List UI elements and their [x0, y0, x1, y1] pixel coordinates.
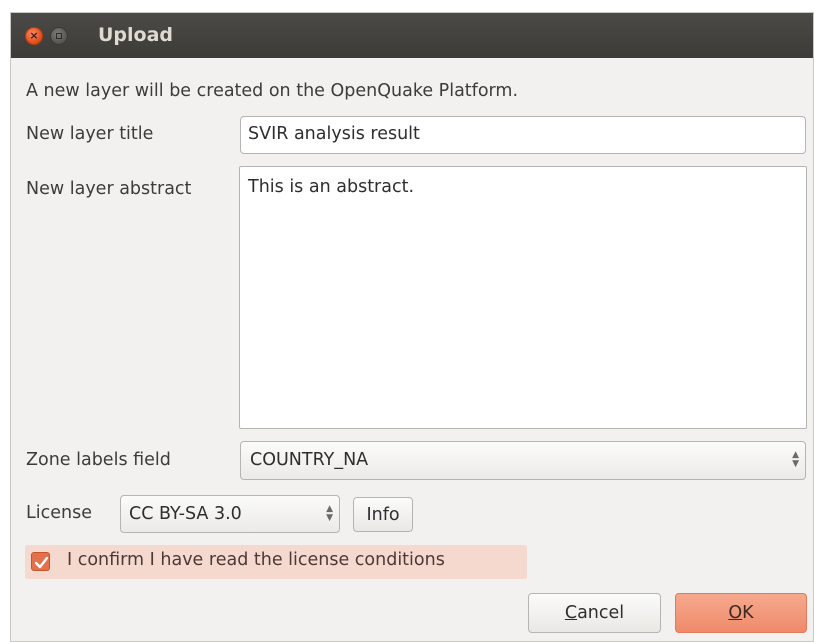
- spinner-arrows-icon: ▲ ▼: [326, 504, 333, 523]
- license-info-button[interactable]: Info: [353, 497, 413, 532]
- zone-labels-field-value: COUNTRY_NA: [250, 450, 369, 470]
- upload-dialog: × Upload A new layer will be created on …: [10, 12, 814, 642]
- new-layer-title-input[interactable]: SVIR analysis result: [240, 116, 806, 154]
- zone-labels-field-label: Zone labels field: [26, 450, 171, 470]
- maximize-icon[interactable]: [50, 27, 68, 45]
- confirm-license-label[interactable]: I confirm I have read the license condit…: [67, 550, 445, 570]
- cancel-button[interactable]: Cancel: [528, 593, 661, 633]
- ok-button[interactable]: OK: [675, 593, 807, 633]
- new-layer-abstract-label: New layer abstract: [26, 179, 192, 199]
- titlebar: × Upload: [11, 13, 813, 58]
- zone-labels-field-select[interactable]: COUNTRY_NA ▲ ▼: [240, 441, 806, 480]
- license-value: CC BY-SA 3.0: [129, 504, 242, 524]
- spinner-arrows-icon: ▲ ▼: [792, 450, 799, 469]
- info-text: A new layer will be created on the OpenQ…: [26, 81, 519, 101]
- license-label: License: [26, 503, 92, 523]
- close-icon[interactable]: ×: [25, 27, 43, 45]
- checkmark-icon: [34, 556, 49, 569]
- confirm-license-checkbox[interactable]: [31, 552, 50, 571]
- new-layer-abstract-textarea[interactable]: This is an abstract.: [239, 166, 807, 429]
- new-layer-title-label: New layer title: [26, 124, 154, 144]
- window-title: Upload: [98, 24, 174, 46]
- license-select[interactable]: CC BY-SA 3.0 ▲ ▼: [120, 495, 340, 533]
- confirm-license-row[interactable]: I confirm I have read the license condit…: [25, 545, 527, 579]
